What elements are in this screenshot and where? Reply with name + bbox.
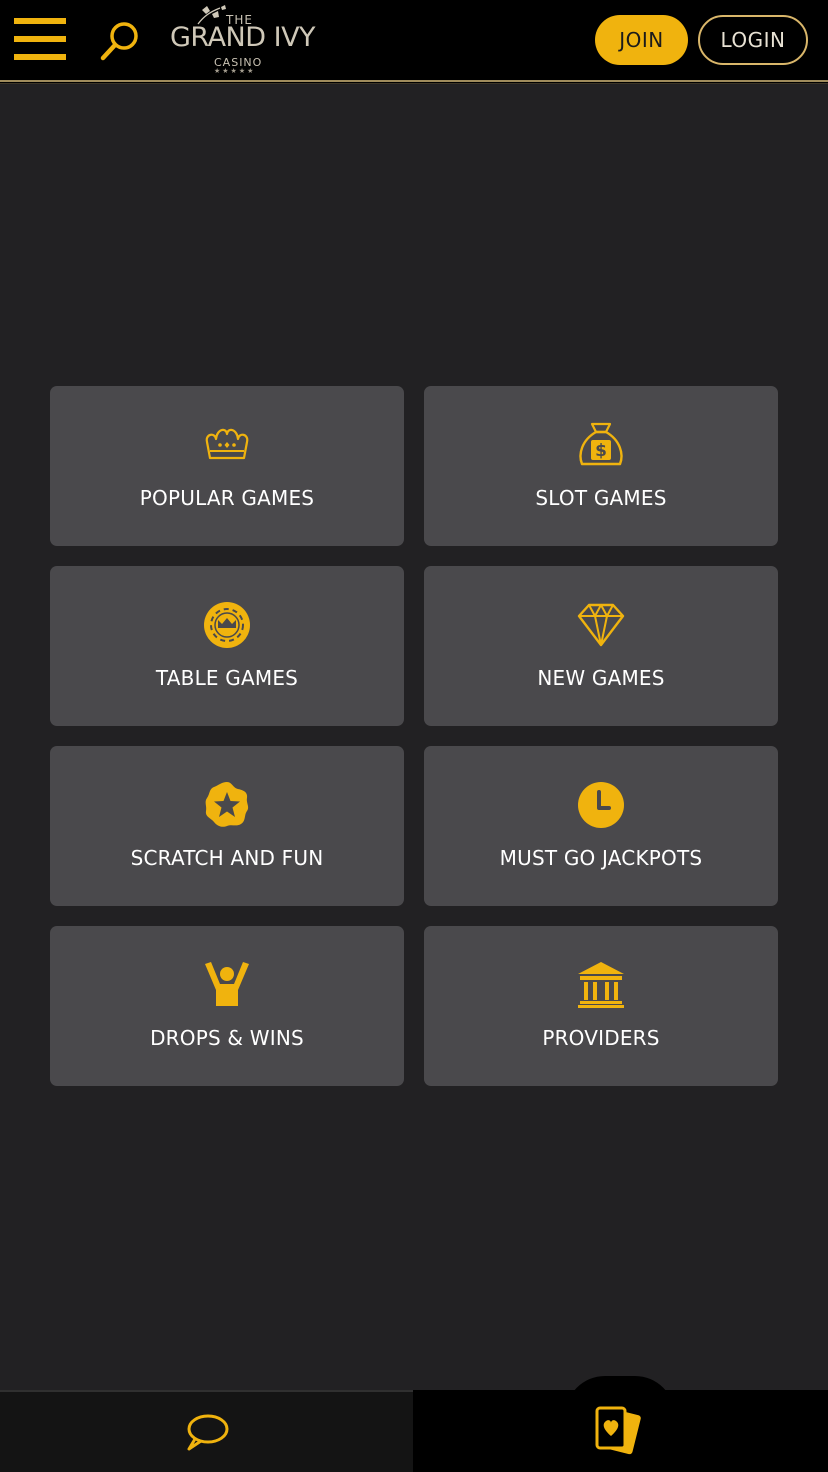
tile-drops-and-wins[interactable]: DROPS & WINS [50,926,404,1086]
chat-bubble-icon [184,1412,230,1454]
tile-label: TABLE GAMES [155,666,299,690]
tile-label: MUST GO JACKPOTS [499,846,703,870]
poker-chip-icon [202,600,252,650]
tile-label: SCRATCH AND FUN [130,846,324,870]
tile-must-go-jackpots[interactable]: MUST GO JACKPOTS [424,746,778,906]
logo-stars: ★★★★★ [214,67,256,75]
diamond-icon [576,600,626,650]
login-button[interactable]: LOGIN [698,15,808,65]
tile-label: DROPS & WINS [150,1026,304,1050]
tile-label: SLOT GAMES [535,486,667,510]
clock-icon [576,780,626,830]
tile-scratch-and-fun[interactable]: SCRATCH AND FUN [50,746,404,906]
tile-table-games[interactable]: TABLE GAMES [50,566,404,726]
money-bag-icon: $ [576,420,626,470]
tile-slot-games[interactable]: $ SLOT GAMES [424,386,778,546]
tile-popular-games[interactable]: POPULAR GAMES [50,386,404,546]
tile-label: POPULAR GAMES [139,486,315,510]
tile-providers[interactable]: PROVIDERS [424,926,778,1086]
category-grid: POPULAR GAMES $ SLOT GAMES TABLE GAMES N… [50,386,778,1086]
tile-label: NEW GAMES [537,666,665,690]
join-button[interactable]: JOIN [595,15,688,65]
bank-building-icon [576,960,626,1010]
header-divider [0,80,828,84]
tile-new-games[interactable]: NEW GAMES [424,566,778,726]
bottom-nav-chat[interactable] [0,1390,413,1472]
cheering-person-icon [202,960,252,1010]
hamburger-menu-icon[interactable] [14,18,66,60]
tile-label: PROVIDERS [542,1026,660,1050]
top-header: THE GRAND IVY CASINO ★★★★★ JOIN LOGIN [0,0,828,80]
playing-cards-icon [591,1400,651,1460]
bottom-nav-games[interactable] [413,1390,828,1472]
grand-ivy-logo[interactable]: THE GRAND IVY CASINO ★★★★★ [168,4,316,78]
logo-name-text: GRAND IVY [170,22,316,53]
search-icon[interactable] [96,18,144,64]
crown-icon [202,420,252,470]
scratch-star-icon [202,780,252,830]
svg-text:$: $ [595,441,607,461]
